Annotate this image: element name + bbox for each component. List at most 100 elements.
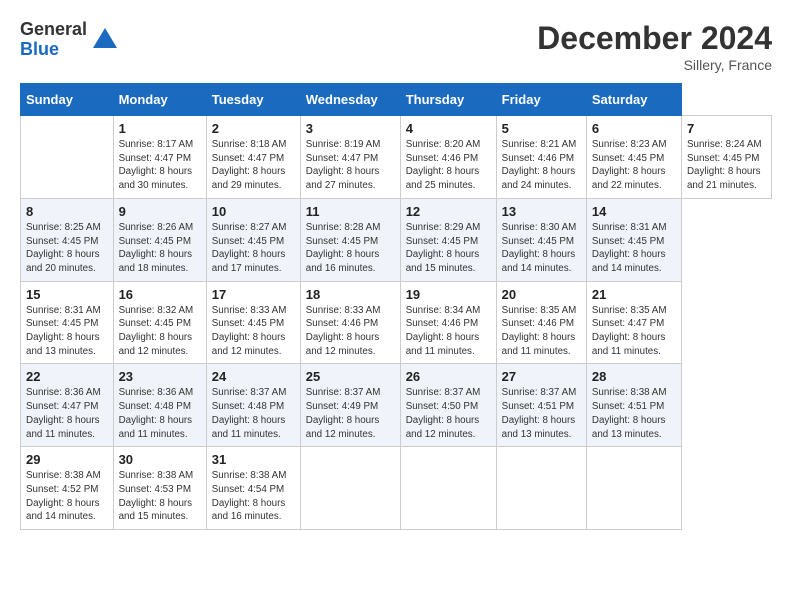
day-info: Sunrise: 8:27 AMSunset: 4:45 PMDaylight:… — [212, 221, 295, 276]
day-number: 1 — [119, 121, 201, 136]
column-header-monday: Monday — [113, 84, 206, 116]
day-number: 30 — [119, 452, 201, 467]
day-info: Sunrise: 8:35 AMSunset: 4:46 PMDaylight:… — [502, 304, 581, 359]
column-header-sunday: Sunday — [21, 84, 114, 116]
day-number: 24 — [212, 369, 295, 384]
day-info: Sunrise: 8:38 AMSunset: 4:51 PMDaylight:… — [592, 386, 676, 441]
day-info: Sunrise: 8:23 AMSunset: 4:45 PMDaylight:… — [592, 138, 676, 193]
day-cell: 1Sunrise: 8:17 AMSunset: 4:47 PMDaylight… — [113, 116, 206, 199]
column-header-tuesday: Tuesday — [206, 84, 300, 116]
week-row-1: 1Sunrise: 8:17 AMSunset: 4:47 PMDaylight… — [21, 116, 772, 199]
day-number: 12 — [406, 204, 491, 219]
column-header-friday: Friday — [496, 84, 586, 116]
day-number: 31 — [212, 452, 295, 467]
week-row-4: 22Sunrise: 8:36 AMSunset: 4:47 PMDayligh… — [21, 364, 772, 447]
day-cell: 25 Sunrise: 8:37 AMSunset: 4:49 PMDayligh… — [300, 364, 400, 447]
day-number: 5 — [502, 121, 581, 136]
day-cell: 2Sunrise: 8:18 AMSunset: 4:47 PMDaylight… — [206, 116, 300, 199]
column-header-thursday: Thursday — [400, 84, 496, 116]
day-number: 3 — [306, 121, 395, 136]
day-info: Sunrise: 8:37 AMSunset: 4:49 PMDaylight:… — [306, 386, 395, 441]
day-cell: 8 Sunrise: 8:25 AMSunset: 4:45 PMDaylight… — [21, 198, 114, 281]
day-info: Sunrise: 8:20 AMSunset: 4:46 PMDaylight:… — [406, 138, 491, 193]
day-cell: 10 Sunrise: 8:27 AMSunset: 4:45 PMDayligh… — [206, 198, 300, 281]
logo-blue-text: Blue — [20, 40, 87, 60]
day-info: Sunrise: 8:35 AMSunset: 4:47 PMDaylight:… — [592, 304, 676, 359]
day-info: Sunrise: 8:36 AMSunset: 4:48 PMDaylight:… — [119, 386, 201, 441]
week-row-5: 29Sunrise: 8:38 AMSunset: 4:52 PMDayligh… — [21, 447, 772, 530]
day-cell — [586, 447, 681, 530]
day-info: Sunrise: 8:33 AMSunset: 4:46 PMDaylight:… — [306, 304, 395, 359]
day-number: 17 — [212, 287, 295, 302]
day-number: 27 — [502, 369, 581, 384]
day-info: Sunrise: 8:19 AMSunset: 4:47 PMDaylight:… — [306, 138, 395, 193]
day-cell: 17 Sunrise: 8:33 AMSunset: 4:45 PMDayligh… — [206, 281, 300, 364]
day-cell: 14Sunrise: 8:31 AMSunset: 4:45 PMDayligh… — [586, 198, 681, 281]
day-info: Sunrise: 8:31 AMSunset: 4:45 PMDaylight:… — [26, 304, 108, 359]
header-row: SundayMondayTuesdayWednesdayThursdayFrid… — [21, 84, 772, 116]
column-header-wednesday: Wednesday — [300, 84, 400, 116]
day-number: 18 — [306, 287, 395, 302]
column-header-saturday: Saturday — [586, 84, 681, 116]
day-cell: 5 Sunrise: 8:21 AMSunset: 4:46 PMDaylight… — [496, 116, 586, 199]
day-info: Sunrise: 8:37 AMSunset: 4:51 PMDaylight:… — [502, 386, 581, 441]
day-number: 25 — [306, 369, 395, 384]
day-number: 8 — [26, 204, 108, 219]
day-info: Sunrise: 8:26 AMSunset: 4:45 PMDaylight:… — [119, 221, 201, 276]
day-info: Sunrise: 8:34 AMSunset: 4:46 PMDaylight:… — [406, 304, 491, 359]
day-info: Sunrise: 8:29 AMSunset: 4:45 PMDaylight:… — [406, 221, 491, 276]
page-header: General Blue December 2024 Sillery, Fran… — [20, 20, 772, 73]
day-cell: 9Sunrise: 8:26 AMSunset: 4:45 PMDaylight… — [113, 198, 206, 281]
day-number: 4 — [406, 121, 491, 136]
day-number: 29 — [26, 452, 108, 467]
day-number: 7 — [687, 121, 766, 136]
day-number: 13 — [502, 204, 581, 219]
day-number: 11 — [306, 204, 395, 219]
day-cell: 4 Sunrise: 8:20 AMSunset: 4:46 PMDaylight… — [400, 116, 496, 199]
day-cell: 31 Sunrise: 8:38 AMSunset: 4:54 PMDayligh… — [206, 447, 300, 530]
week-row-2: 8 Sunrise: 8:25 AMSunset: 4:45 PMDaylight… — [21, 198, 772, 281]
day-info: Sunrise: 8:37 AMSunset: 4:50 PMDaylight:… — [406, 386, 491, 441]
day-number: 16 — [119, 287, 201, 302]
day-cell — [300, 447, 400, 530]
day-cell: 18 Sunrise: 8:33 AMSunset: 4:46 PMDayligh… — [300, 281, 400, 364]
week-row-3: 15 Sunrise: 8:31 AMSunset: 4:45 PMDayligh… — [21, 281, 772, 364]
month-title: December 2024 — [537, 20, 772, 57]
day-cell: 23Sunrise: 8:36 AMSunset: 4:48 PMDayligh… — [113, 364, 206, 447]
day-number: 19 — [406, 287, 491, 302]
day-info: Sunrise: 8:24 AMSunset: 4:45 PMDaylight:… — [687, 138, 766, 193]
day-cell: 24 Sunrise: 8:37 AMSunset: 4:48 PMDayligh… — [206, 364, 300, 447]
day-info: Sunrise: 8:36 AMSunset: 4:47 PMDaylight:… — [26, 386, 108, 441]
day-number: 14 — [592, 204, 676, 219]
day-info: Sunrise: 8:30 AMSunset: 4:45 PMDaylight:… — [502, 221, 581, 276]
day-info: Sunrise: 8:38 AMSunset: 4:54 PMDaylight:… — [212, 469, 295, 524]
day-info: Sunrise: 8:21 AMSunset: 4:46 PMDaylight:… — [502, 138, 581, 193]
day-info: Sunrise: 8:33 AMSunset: 4:45 PMDaylight:… — [212, 304, 295, 359]
day-cell: 22Sunrise: 8:36 AMSunset: 4:47 PMDayligh… — [21, 364, 114, 447]
day-number: 15 — [26, 287, 108, 302]
day-cell: 6 Sunrise: 8:23 AMSunset: 4:45 PMDaylight… — [586, 116, 681, 199]
day-cell: 3 Sunrise: 8:19 AMSunset: 4:47 PMDaylight… — [300, 116, 400, 199]
logo-general-text: General — [20, 20, 87, 40]
day-number: 10 — [212, 204, 295, 219]
day-cell: 15 Sunrise: 8:31 AMSunset: 4:45 PMDayligh… — [21, 281, 114, 364]
day-number: 20 — [502, 287, 581, 302]
day-number: 26 — [406, 369, 491, 384]
day-cell: 27 Sunrise: 8:37 AMSunset: 4:51 PMDayligh… — [496, 364, 586, 447]
day-info: Sunrise: 8:28 AMSunset: 4:45 PMDaylight:… — [306, 221, 395, 276]
empty-cell — [21, 116, 114, 199]
day-cell: 7 Sunrise: 8:24 AMSunset: 4:45 PMDaylight… — [681, 116, 771, 199]
day-info: Sunrise: 8:37 AMSunset: 4:48 PMDaylight:… — [212, 386, 295, 441]
day-cell: 19 Sunrise: 8:34 AMSunset: 4:46 PMDayligh… — [400, 281, 496, 364]
logo: General Blue — [20, 20, 119, 60]
day-info: Sunrise: 8:25 AMSunset: 4:45 PMDaylight:… — [26, 221, 108, 276]
day-number: 6 — [592, 121, 676, 136]
day-cell: 29Sunrise: 8:38 AMSunset: 4:52 PMDayligh… — [21, 447, 114, 530]
day-cell: 28Sunrise: 8:38 AMSunset: 4:51 PMDayligh… — [586, 364, 681, 447]
day-cell — [400, 447, 496, 530]
day-number: 21 — [592, 287, 676, 302]
day-info: Sunrise: 8:32 AMSunset: 4:45 PMDaylight:… — [119, 304, 201, 359]
day-cell: 16 Sunrise: 8:32 AMSunset: 4:45 PMDayligh… — [113, 281, 206, 364]
day-cell: 26 Sunrise: 8:37 AMSunset: 4:50 PMDayligh… — [400, 364, 496, 447]
location-subtitle: Sillery, France — [537, 57, 772, 73]
